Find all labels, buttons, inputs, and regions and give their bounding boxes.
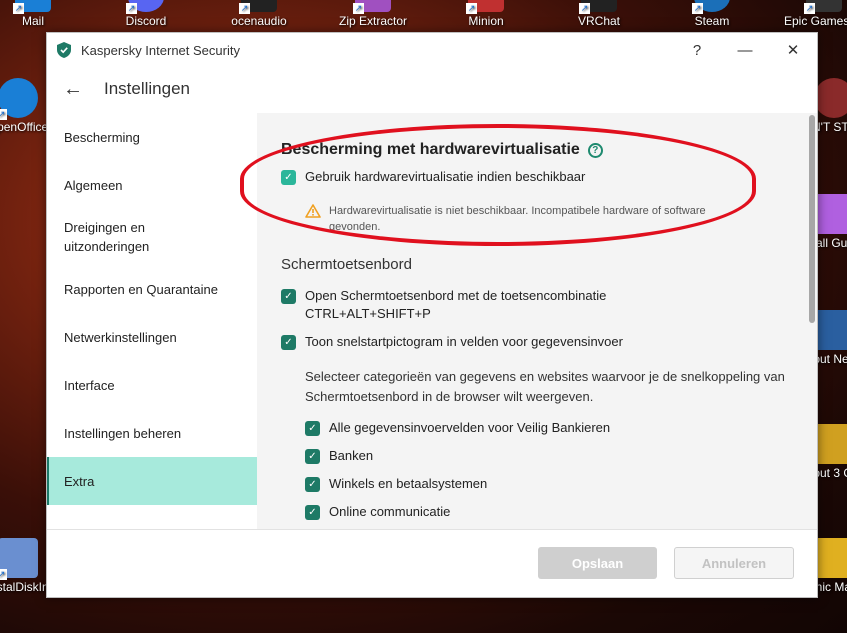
warning-message: Hardwarevirtualisatie is niet beschikbaa… bbox=[305, 203, 745, 235]
dialog-footer: Opslaan Annuleren bbox=[47, 529, 817, 597]
mail-icon: ↗ bbox=[13, 0, 51, 14]
checkbox-row-quickstart-icon[interactable]: ✓ Toon snelstartpictogram in velden voor… bbox=[281, 333, 817, 351]
category-label: Winkels en betaalsystemen bbox=[329, 476, 488, 491]
sidebar-item-bescherming[interactable]: Bescherming bbox=[47, 113, 257, 161]
epic-games-icon: ↗ bbox=[804, 0, 842, 14]
back-arrow-icon[interactable]: ← bbox=[63, 78, 103, 101]
category-label: Banken bbox=[329, 448, 374, 463]
sidebar-item-interface[interactable]: Interface bbox=[47, 361, 257, 409]
minimize-button[interactable]: — bbox=[721, 33, 769, 67]
checkbox-row-open-keyboard[interactable]: ✓ Open Schermtoetsenbord met de toetsenc… bbox=[281, 287, 817, 323]
cancel-button[interactable]: Annuleren bbox=[674, 547, 794, 579]
checkbox-label: Open Schermtoetsenbord met de toetsencom… bbox=[305, 287, 606, 323]
fallout-3-icon bbox=[814, 424, 847, 464]
desktop-icon-discord[interactable]: ↗ Discord bbox=[106, 0, 186, 28]
checkbox-checked-icon[interactable]: ✓ bbox=[305, 477, 320, 492]
checkbox-checked-icon[interactable]: ✓ bbox=[305, 505, 320, 520]
checkbox-checked-icon[interactable]: ✓ bbox=[281, 289, 296, 304]
kaspersky-shield-icon bbox=[57, 42, 71, 58]
sidebar-item-rapporten[interactable]: Rapporten en Quarantaine bbox=[47, 265, 257, 313]
category-row[interactable]: ✓ Online communicatie bbox=[305, 503, 817, 521]
desktop-icon-epic-games[interactable]: ↗ Epic Games Launcher bbox=[784, 0, 847, 28]
desktop-icon-ocenaudio[interactable]: ↗ ocenaudio bbox=[219, 0, 299, 28]
checkbox-checked-icon[interactable]: ✓ bbox=[281, 170, 296, 185]
openoffice-icon: ↗ bbox=[0, 78, 38, 120]
minion-icon: ↗ bbox=[466, 0, 504, 14]
title-bar[interactable]: Kaspersky Internet Security ? — ✕ bbox=[47, 33, 817, 67]
crystaldiskinfo-icon: ↗ bbox=[0, 538, 38, 580]
category-row[interactable]: ✓ Banken bbox=[305, 447, 817, 465]
sidebar-item-netwerkinstellingen[interactable]: Netwerkinstellingen bbox=[47, 313, 257, 361]
window-title: Kaspersky Internet Security bbox=[81, 42, 240, 58]
hw-virtualization-checkbox-row[interactable]: ✓ Gebruik hardwarevirtualisatie indien b… bbox=[281, 168, 817, 186]
section-title: Bescherming met hardwarevirtualisatie bbox=[281, 141, 580, 158]
desktop-icon-steam[interactable]: ↗ Steam bbox=[672, 0, 752, 28]
discord-icon: ↗ bbox=[126, 0, 164, 14]
page-header: ← Instellingen bbox=[47, 67, 817, 111]
sonic-mania-icon bbox=[814, 538, 847, 578]
settings-content: Bescherming met hardwarevirtualisatie ? … bbox=[257, 113, 817, 529]
vrchat-icon: ↗ bbox=[579, 0, 617, 14]
category-label: Online communicatie bbox=[329, 504, 451, 519]
checkbox-checked-icon[interactable]: ✓ bbox=[305, 449, 320, 464]
content-scrollbar[interactable] bbox=[809, 115, 815, 323]
sidebar-item-extra[interactable]: Extra bbox=[47, 457, 257, 505]
checkbox-checked-icon[interactable]: ✓ bbox=[305, 421, 320, 436]
category-row[interactable]: ✓ Winkels en betaalsystemen bbox=[305, 475, 817, 493]
desktop-icon-vrchat[interactable]: ↗ VRChat bbox=[559, 0, 639, 28]
close-button[interactable]: ✕ bbox=[769, 33, 817, 67]
warning-text: Hardwarevirtualisatie is niet beschikbaa… bbox=[329, 205, 706, 233]
sidebar-item-label: Dreigingen en uitzonderingen bbox=[64, 220, 150, 254]
sidebar-item-instellingen-beheren[interactable]: Instellingen beheren bbox=[47, 409, 257, 457]
ocenaudio-icon: ↗ bbox=[239, 0, 277, 14]
checkbox-label: Gebruik hardwarevirtualisatie indien bes… bbox=[305, 169, 586, 184]
checkbox-label: Toon snelstartpictogram in velden voor g… bbox=[305, 334, 623, 349]
keyboard-section-title: Schermtoetsenbord bbox=[281, 256, 412, 273]
fallout-new-vegas-icon bbox=[814, 310, 847, 350]
help-button[interactable]: ? bbox=[673, 33, 721, 67]
page-title: Instellingen bbox=[104, 79, 191, 98]
desktop-icon-mail[interactable]: ↗ Mail bbox=[0, 0, 73, 28]
sidebar-item-dreigingen[interactable]: Dreigingen en uitzonderingen bbox=[47, 209, 257, 265]
keyboard-description: Selecteer categorieën van gegevens en we… bbox=[305, 369, 785, 404]
hw-virtualization-section: Bescherming met hardwarevirtualisatie ? bbox=[281, 141, 817, 159]
desktop-icon-zip-extractor[interactable]: ↗ Zip Extractor bbox=[333, 0, 413, 28]
desktop-icon-minion[interactable]: ↗ Minion bbox=[446, 0, 526, 28]
settings-sidebar: Bescherming Algemeen Dreigingen en uitzo… bbox=[47, 113, 257, 529]
checkbox-label-line1: Open Schermtoetsenbord met de toetsencom… bbox=[305, 288, 607, 303]
category-row[interactable]: ✓ Alle gegevensinvoervelden voor Veilig … bbox=[305, 419, 817, 437]
warning-triangle-icon bbox=[305, 204, 321, 218]
zip-extractor-icon: ↗ bbox=[353, 0, 391, 14]
kaspersky-window: Kaspersky Internet Security ? — ✕ ← Inst… bbox=[46, 32, 818, 598]
sidebar-item-algemeen[interactable]: Algemeen bbox=[47, 161, 257, 209]
steam-icon: ↗ bbox=[692, 0, 730, 14]
checkbox-checked-icon[interactable]: ✓ bbox=[281, 335, 296, 350]
save-button[interactable]: Opslaan bbox=[538, 547, 657, 579]
help-circle-icon[interactable]: ? bbox=[587, 142, 603, 158]
category-label: Alle gegevensinvoervelden voor Veilig Ba… bbox=[329, 420, 611, 435]
dont-starve-icon bbox=[814, 78, 847, 118]
checkbox-label-line2: CTRL+ALT+SHIFT+P bbox=[305, 306, 431, 321]
fall-guys-icon bbox=[814, 194, 847, 234]
